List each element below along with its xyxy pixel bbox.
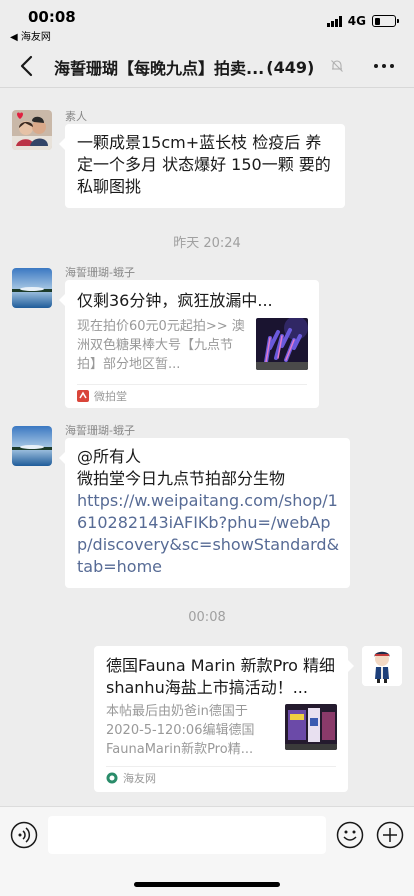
member-count: (449) (266, 57, 315, 77)
weipaitang-logo-icon (77, 389, 89, 402)
card-description: 现在拍价60元0元起拍>> 澳洲双色糖果棒大号【九点节拍】部分地区暂... (77, 319, 245, 372)
card-title: 仅剩36分钟，疯狂放漏中... (77, 291, 273, 310)
card-thumbnail (285, 704, 337, 750)
status-bar: 00:08 ◀ 海友网 4G (0, 0, 414, 44)
avatar-photo (12, 426, 52, 466)
network-type: 4G (347, 14, 366, 28)
message-text: 一颗成景15cm+蓝长枝 检疫后 养定一个多月 状态爆好 150一颗 要的私聊图… (77, 133, 331, 196)
mention-line: @所有人 (77, 447, 142, 466)
home-indicator[interactable] (134, 882, 280, 887)
message-bubble[interactable]: 一颗成景15cm+蓝长枝 检疫后 养定一个多月 状态爆好 150一颗 要的私聊图… (59, 124, 345, 208)
sender-name: 海誓珊瑚-蛾子 (65, 424, 135, 437)
card-thumbnail (256, 318, 308, 370)
card-description: 本帖最后由奶爸in德国于2020-5-120:06编辑德国FaunaMarin新… (106, 704, 255, 757)
message-list: 素人 一颗成景15cm+蓝长枝 检疫后 养定一个多月 状态爆好 150一颗 要的… (0, 88, 414, 806)
timestamp: 昨天 20:24 (173, 236, 241, 251)
voice-icon[interactable] (10, 821, 38, 849)
link-card[interactable]: 德国Fauna Marin 新款Pro 精细shanhu海盐上市搞活动！... … (94, 646, 354, 792)
card-source-name: 微拍堂 (94, 389, 127, 403)
chat-title: 海誓珊瑚【每晚九点】拍卖... (449) (54, 55, 344, 79)
status-time: 00:08 (28, 8, 76, 26)
bell-off-icon (331, 60, 343, 72)
avatar[interactable] (362, 646, 402, 686)
emoji-icon[interactable] (336, 821, 364, 849)
avatar[interactable] (12, 426, 52, 466)
avatar-photo (12, 110, 52, 150)
chat-header: 海誓珊瑚【每晚九点】拍卖... (449) (0, 44, 414, 88)
back-to-app-link[interactable]: ◀ 海友网 (10, 28, 51, 43)
card-source: 微拍堂 (77, 384, 307, 406)
sender-name: 素人 (65, 110, 87, 123)
avatar-photo (362, 646, 402, 686)
avatar[interactable] (12, 268, 52, 308)
chevron-left-icon[interactable] (16, 54, 38, 78)
sender-name: 海誓珊瑚-蛾子 (65, 266, 135, 279)
message-bubble[interactable]: @所有人 微拍堂今日九点节拍部分生物 https://w.weipaitang.… (59, 438, 350, 588)
avatar[interactable] (12, 110, 52, 150)
timestamp: 00:08 (188, 610, 226, 625)
card-source: 海友网 (106, 766, 336, 788)
battery-level (374, 17, 381, 25)
plus-icon[interactable] (376, 821, 404, 849)
signal-icon (326, 15, 342, 27)
link-card[interactable]: 仅剩36分钟，疯狂放漏中... 现在拍价60元0元起拍>> 澳洲双色糖果棒大号【… (59, 280, 319, 408)
message-text: 微拍堂今日九点节拍部分生物 (77, 469, 286, 488)
more-dots-icon[interactable] (374, 64, 394, 68)
group-name: 海誓珊瑚【每晚九点】拍卖... (54, 59, 265, 78)
haiyouwang-logo-icon (106, 772, 118, 783)
card-source-name: 海友网 (123, 771, 156, 785)
battery-icon (372, 15, 399, 27)
avatar-photo (12, 268, 52, 308)
card-title: 德国Fauna Marin 新款Pro 精细shanhu海盐上市搞活动！... (106, 656, 336, 697)
status-indicators: 4G (326, 14, 399, 28)
message-input[interactable] (48, 816, 326, 854)
message-link[interactable]: https://w.weipaitang.com/shop/1610282143… (77, 490, 340, 578)
